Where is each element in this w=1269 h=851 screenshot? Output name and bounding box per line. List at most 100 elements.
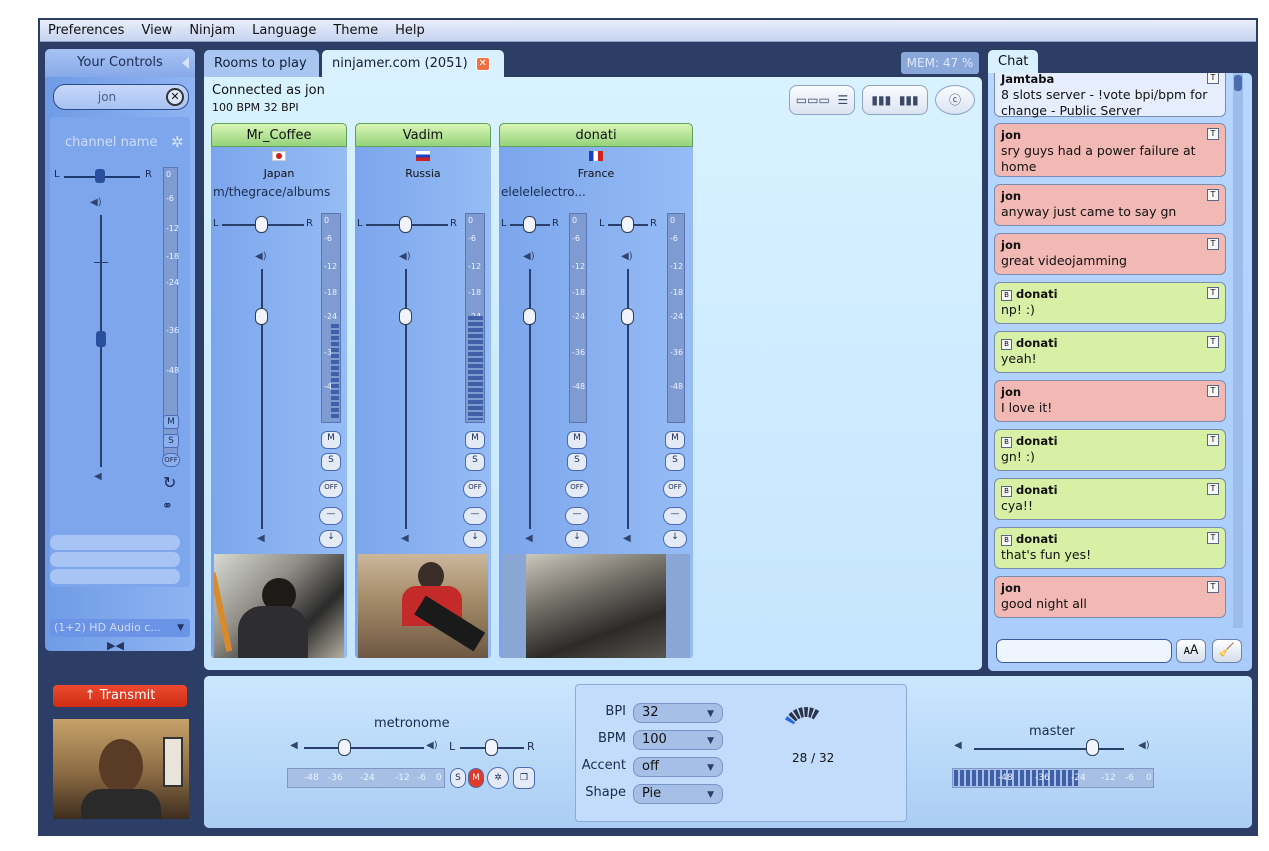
solo-button[interactable]: S	[321, 453, 341, 471]
person-body	[81, 789, 161, 819]
menu-preferences[interactable]: Preferences	[48, 23, 124, 38]
collapse-arrow-icon[interactable]	[182, 57, 189, 69]
chat-input[interactable]	[996, 639, 1172, 663]
minus-button[interactable]: —	[463, 507, 487, 525]
video-layout-button[interactable]: ▮▮▮ ▮▮▮	[862, 85, 928, 115]
metronome-pan-knob[interactable]	[485, 739, 498, 756]
chat-text: great videojamming	[1001, 253, 1127, 268]
menu-view[interactable]: View	[141, 23, 172, 38]
translate-badge-icon[interactable]: T	[1207, 434, 1219, 446]
pan-knob[interactable]	[95, 169, 105, 183]
solo-button[interactable]: S	[163, 434, 179, 448]
translate-badge-icon[interactable]: T	[1207, 73, 1219, 84]
loop-icon[interactable]: ↻	[163, 473, 176, 492]
speaker-quiet-icon: ◀	[401, 533, 409, 544]
translate-badge-icon[interactable]: T	[1207, 287, 1219, 299]
pan-left-label: L	[213, 218, 219, 229]
shape-select[interactable]: Pie	[633, 784, 723, 804]
transmit-button[interactable]: ↑ Transmit	[53, 685, 187, 707]
tab-ninjamer[interactable]: ninjamer.com (2051) ✕	[322, 50, 504, 78]
chat-text: 8 slots server - !vote bpi/bpm for chang…	[1001, 87, 1208, 118]
pan-knob[interactable]	[523, 216, 536, 233]
bpi-select[interactable]: 32	[633, 703, 723, 723]
close-icon[interactable]: ✕	[475, 56, 490, 71]
clear-chat-button[interactable]: 🧹	[1212, 639, 1242, 663]
pan-knob-2[interactable]	[621, 216, 634, 233]
translate-badge-icon[interactable]: T	[1207, 128, 1219, 140]
minus-button-2[interactable]: —	[663, 507, 687, 525]
download-button[interactable]: ↓	[463, 530, 487, 548]
translate-badge-icon[interactable]: T	[1207, 483, 1219, 495]
nick-field[interactable]: jon ✕	[53, 84, 189, 110]
meter-tick: -48	[670, 382, 684, 391]
mute-button[interactable]: M	[567, 431, 587, 449]
off-button-2[interactable]: OFF	[663, 480, 687, 498]
person-head	[99, 739, 143, 793]
metronome-solo-button[interactable]: S	[450, 768, 466, 788]
mute-button[interactable]: M	[163, 415, 179, 429]
tab-rooms-to-play[interactable]: Rooms to play	[204, 50, 319, 78]
chat-user: donati	[1016, 287, 1058, 301]
metronome-mute-button[interactable]: M	[468, 768, 484, 788]
minus-button[interactable]: —	[319, 507, 343, 525]
tab-chat[interactable]: Chat	[988, 50, 1038, 74]
stereo-icon[interactable]: ⚭	[162, 499, 173, 514]
translate-badge-icon[interactable]: T	[1207, 189, 1219, 201]
metronome-settings-button[interactable]: ✲	[487, 767, 509, 789]
meter-tick: -24	[166, 278, 180, 287]
translate-badge-icon[interactable]: T	[1207, 336, 1219, 348]
cc-button[interactable]: ⓒ	[935, 85, 975, 115]
level-meter-2: 0 -6 -12 -18 -24 -36 -48	[667, 213, 685, 423]
channel-name-label[interactable]: channel name	[65, 135, 157, 150]
download-button[interactable]: ↓	[565, 530, 589, 548]
chat-scrollbar[interactable]	[1233, 73, 1243, 628]
master-gain-knob[interactable]	[1086, 739, 1099, 756]
translate-badge-icon[interactable]: T	[1207, 238, 1219, 250]
off-button[interactable]: OFF	[565, 480, 589, 498]
bpm-select[interactable]: 100	[633, 730, 723, 750]
solo-button[interactable]: S	[465, 453, 485, 471]
solo-button[interactable]: S	[567, 453, 587, 471]
menu-theme[interactable]: Theme	[333, 23, 378, 38]
menu-help[interactable]: Help	[395, 23, 425, 38]
your-controls-label: Your Controls	[77, 55, 163, 70]
tab-ninjamer-label: ninjamer.com (2051)	[332, 56, 468, 71]
solo-button-2[interactable]: S	[665, 453, 685, 471]
pan-knob[interactable]	[399, 216, 412, 233]
audio-input-select[interactable]: (1+2) HD Audio c...	[50, 619, 190, 637]
scroll-thumb[interactable]	[1234, 75, 1242, 91]
translate-badge-icon[interactable]: T	[1207, 385, 1219, 397]
user-video	[502, 554, 690, 658]
meter-tick: -12	[166, 224, 180, 233]
accent-select[interactable]: off	[633, 757, 723, 777]
off-button[interactable]: OFF	[463, 480, 487, 498]
minus-button[interactable]: —	[565, 507, 589, 525]
gain-knob-2[interactable]	[621, 308, 634, 325]
gain-knob[interactable]	[96, 331, 106, 347]
metronome-gain-knob[interactable]	[338, 739, 351, 756]
menu-language[interactable]: Language	[252, 23, 316, 38]
gain-knob[interactable]	[255, 308, 268, 325]
bpm-label: BPM	[598, 731, 626, 746]
download-button-2[interactable]: ↓	[663, 530, 687, 548]
gear-icon[interactable]: ✲	[171, 133, 184, 151]
off-button[interactable]: OFF	[319, 480, 343, 498]
off-button[interactable]: OFF	[162, 453, 180, 467]
layout-toggle-button[interactable]: ▭▭▭ ☰	[789, 85, 855, 115]
mute-button[interactable]: M	[321, 431, 341, 449]
metronome-window-button[interactable]: ❐	[513, 767, 535, 789]
gain-knob[interactable]	[523, 308, 536, 325]
translate-badge-icon[interactable]: T	[1207, 532, 1219, 544]
download-button[interactable]: ↓	[319, 530, 343, 548]
bowtie-icon[interactable]: ▶◀	[107, 639, 124, 652]
mute-button[interactable]: M	[465, 431, 485, 449]
gain-knob[interactable]	[399, 308, 412, 325]
mute-button-2[interactable]: M	[665, 431, 685, 449]
nick-clear-icon[interactable]: ✕	[166, 88, 184, 106]
menu-ninjam[interactable]: Ninjam	[189, 23, 235, 38]
translate-badge-icon[interactable]: T	[1207, 581, 1219, 593]
pan-knob[interactable]	[255, 216, 268, 233]
translate-button[interactable]: 🗚	[1176, 639, 1206, 663]
chat-text: cya!!	[1001, 498, 1033, 513]
your-controls-panel: Your Controls jon ✕ channel name ✲ L R ◀…	[45, 49, 195, 652]
